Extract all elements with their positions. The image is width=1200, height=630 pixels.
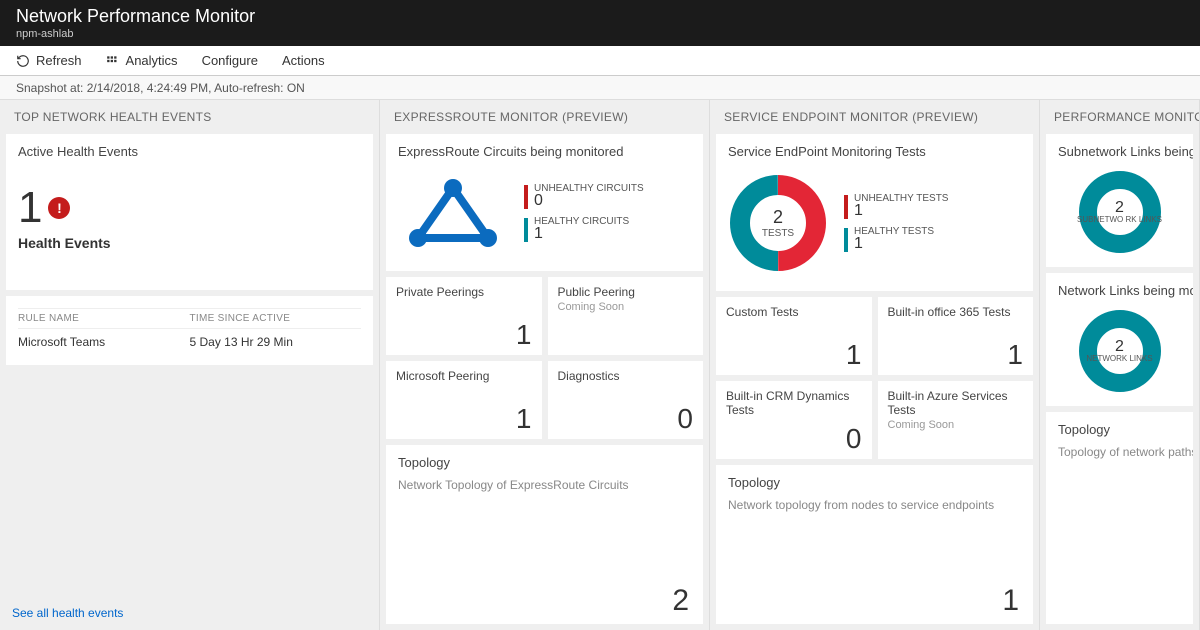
healthy-value: 1 xyxy=(854,235,934,253)
topology-title: Topology xyxy=(398,455,691,470)
circuit-legend: UNHEALTHY CIRCUITS0 HEALTHY CIRCUITS1 xyxy=(524,183,644,243)
unhealthy-bar-icon xyxy=(524,185,528,209)
card-title: Active Health Events xyxy=(18,144,361,159)
ring-value: 2 xyxy=(1115,199,1124,217)
healthy-bar-icon xyxy=(844,228,848,252)
actions-label: Actions xyxy=(282,53,325,68)
topology-sub: Topology of network paths xyxy=(1058,445,1181,459)
circuit-triangle-icon xyxy=(398,173,508,253)
donut-value: 2 xyxy=(773,207,783,228)
count-label: Health Events xyxy=(18,235,361,251)
endpoint-tiles: Custom Tests1 Built-in office 365 Tests1… xyxy=(716,297,1033,459)
card-title: Service EndPoint Monitoring Tests xyxy=(728,144,1021,159)
health-events-card[interactable]: Active Health Events 1 ! Health Events xyxy=(6,134,373,290)
unhealthy-label: UNHEALTHY TESTS xyxy=(854,193,948,204)
topology-title: Topology xyxy=(1058,422,1181,437)
column-header: SERVICE ENDPOINT MONITOR (PREVIEW) xyxy=(710,100,1039,134)
subnetwork-ring-icon: 2SUBNETWO RK LINKS xyxy=(1075,167,1165,257)
analytics-icon xyxy=(106,54,120,68)
actions-button[interactable]: Actions xyxy=(282,53,325,68)
endpoint-tests-card[interactable]: Service EndPoint Monitoring Tests 2TESTS… xyxy=(716,134,1033,291)
tile-private-peerings[interactable]: Private Peerings1 xyxy=(386,277,542,355)
expressroute-circuits-card[interactable]: ExpressRoute Circuits being monitored UN… xyxy=(386,134,703,271)
count-value: 1 xyxy=(18,183,42,233)
tile-diagnostics[interactable]: Diagnostics0 xyxy=(548,361,704,439)
tile-azure-tests[interactable]: Built-in Azure Services TestsComing Soon xyxy=(878,381,1034,459)
configure-label: Configure xyxy=(202,53,258,68)
column-service-endpoint: SERVICE ENDPOINT MONITOR (PREVIEW) Servi… xyxy=(710,100,1040,630)
tile-custom-tests[interactable]: Custom Tests1 xyxy=(716,297,872,375)
donut-label: TESTS xyxy=(762,228,794,239)
ring-label: SUBNETWO RK LINKS xyxy=(1077,216,1162,225)
tile-office365-tests[interactable]: Built-in office 365 Tests1 xyxy=(878,297,1034,375)
network-ring-icon: 2NETWORK LINKS xyxy=(1075,306,1165,396)
refresh-label: Refresh xyxy=(36,53,82,68)
toolbar: Refresh Analytics Configure Actions xyxy=(0,46,1200,76)
column-header: EXPRESSROUTE MONITOR (PREVIEW) xyxy=(380,100,709,134)
topology-sub: Network topology from nodes to service e… xyxy=(728,498,1021,512)
card-title: Network Links being monitored xyxy=(1058,283,1181,298)
tests-donut-icon: 2TESTS xyxy=(728,173,828,273)
configure-button[interactable]: Configure xyxy=(202,53,258,68)
analytics-label: Analytics xyxy=(126,53,178,68)
tile-microsoft-peering[interactable]: Microsoft Peering1 xyxy=(386,361,542,439)
performance-topology-card[interactable]: Topology Topology of network paths xyxy=(1046,412,1193,624)
app-title: Network Performance Monitor xyxy=(16,6,1184,27)
refresh-icon xyxy=(16,54,30,68)
healthy-label: HEALTHY TESTS xyxy=(854,226,934,237)
topology-value: 1 xyxy=(1002,584,1019,618)
analytics-button[interactable]: Analytics xyxy=(106,53,178,68)
app-subtitle: npm-ashlab xyxy=(16,28,1184,40)
expressroute-topology-card[interactable]: Topology Network Topology of ExpressRout… xyxy=(386,445,703,624)
card-title: Subnetwork Links being monitored xyxy=(1058,144,1181,159)
health-events-count: 1 ! xyxy=(18,183,361,233)
unhealthy-bar-icon xyxy=(844,195,848,219)
table-row[interactable]: Microsoft Teams 5 Day 13 Hr 29 Min xyxy=(18,328,361,355)
tile-crm-tests[interactable]: Built-in CRM Dynamics Tests0 xyxy=(716,381,872,459)
unhealthy-value: 1 xyxy=(854,202,948,220)
card-title: ExpressRoute Circuits being monitored xyxy=(398,144,691,159)
tile-public-peering[interactable]: Public PeeringComing Soon xyxy=(548,277,704,355)
healthy-bar-icon xyxy=(524,218,528,242)
topology-title: Topology xyxy=(728,475,1021,490)
column-expressroute: EXPRESSROUTE MONITOR (PREVIEW) ExpressRo… xyxy=(380,100,710,630)
dashboard-columns: TOP NETWORK HEALTH EVENTS Active Health … xyxy=(0,100,1200,630)
ring-value: 2 xyxy=(1115,338,1124,356)
alert-icon: ! xyxy=(48,197,70,219)
time-cell: 5 Day 13 Hr 29 Min xyxy=(190,335,362,349)
unhealthy-value: 0 xyxy=(534,192,644,210)
endpoint-topology-card[interactable]: Topology Network topology from nodes to … xyxy=(716,465,1033,624)
see-all-link[interactable]: See all health events xyxy=(12,606,367,620)
column-header: TOP NETWORK HEALTH EVENTS xyxy=(0,100,379,134)
health-events-table: RULE NAME TIME SINCE ACTIVE Microsoft Te… xyxy=(6,296,373,365)
topology-sub: Network Topology of ExpressRoute Circuit… xyxy=(398,478,691,492)
healthy-value: 1 xyxy=(534,225,629,243)
unhealthy-label: UNHEALTHY CIRCUITS xyxy=(534,183,644,194)
col-rule-name: RULE NAME xyxy=(18,313,190,324)
column-performance: PERFORMANCE MONITOR Subnetwork Links bei… xyxy=(1040,100,1200,630)
column-header: PERFORMANCE MONITOR xyxy=(1040,100,1199,134)
expressroute-tiles: Private Peerings1 Public PeeringComing S… xyxy=(386,277,703,439)
column-health-events: TOP NETWORK HEALTH EVENTS Active Health … xyxy=(0,100,380,630)
ring-label: NETWORK LINKS xyxy=(1086,355,1152,364)
refresh-button[interactable]: Refresh xyxy=(16,53,82,68)
snapshot-bar: Snapshot at: 2/14/2018, 4:24:49 PM, Auto… xyxy=(0,76,1200,100)
healthy-label: HEALTHY CIRCUITS xyxy=(534,216,629,227)
rule-name-cell: Microsoft Teams xyxy=(18,335,190,349)
tests-legend: UNHEALTHY TESTS1 HEALTHY TESTS1 xyxy=(844,193,948,253)
network-links-card[interactable]: Network Links being monitored 2NETWORK L… xyxy=(1046,273,1193,406)
app-header: Network Performance Monitor npm-ashlab xyxy=(0,0,1200,46)
subnetwork-links-card[interactable]: Subnetwork Links being monitored 2SUBNET… xyxy=(1046,134,1193,267)
col-time-since: TIME SINCE ACTIVE xyxy=(190,313,362,324)
table-header: RULE NAME TIME SINCE ACTIVE xyxy=(18,308,361,328)
topology-value: 2 xyxy=(672,584,689,618)
